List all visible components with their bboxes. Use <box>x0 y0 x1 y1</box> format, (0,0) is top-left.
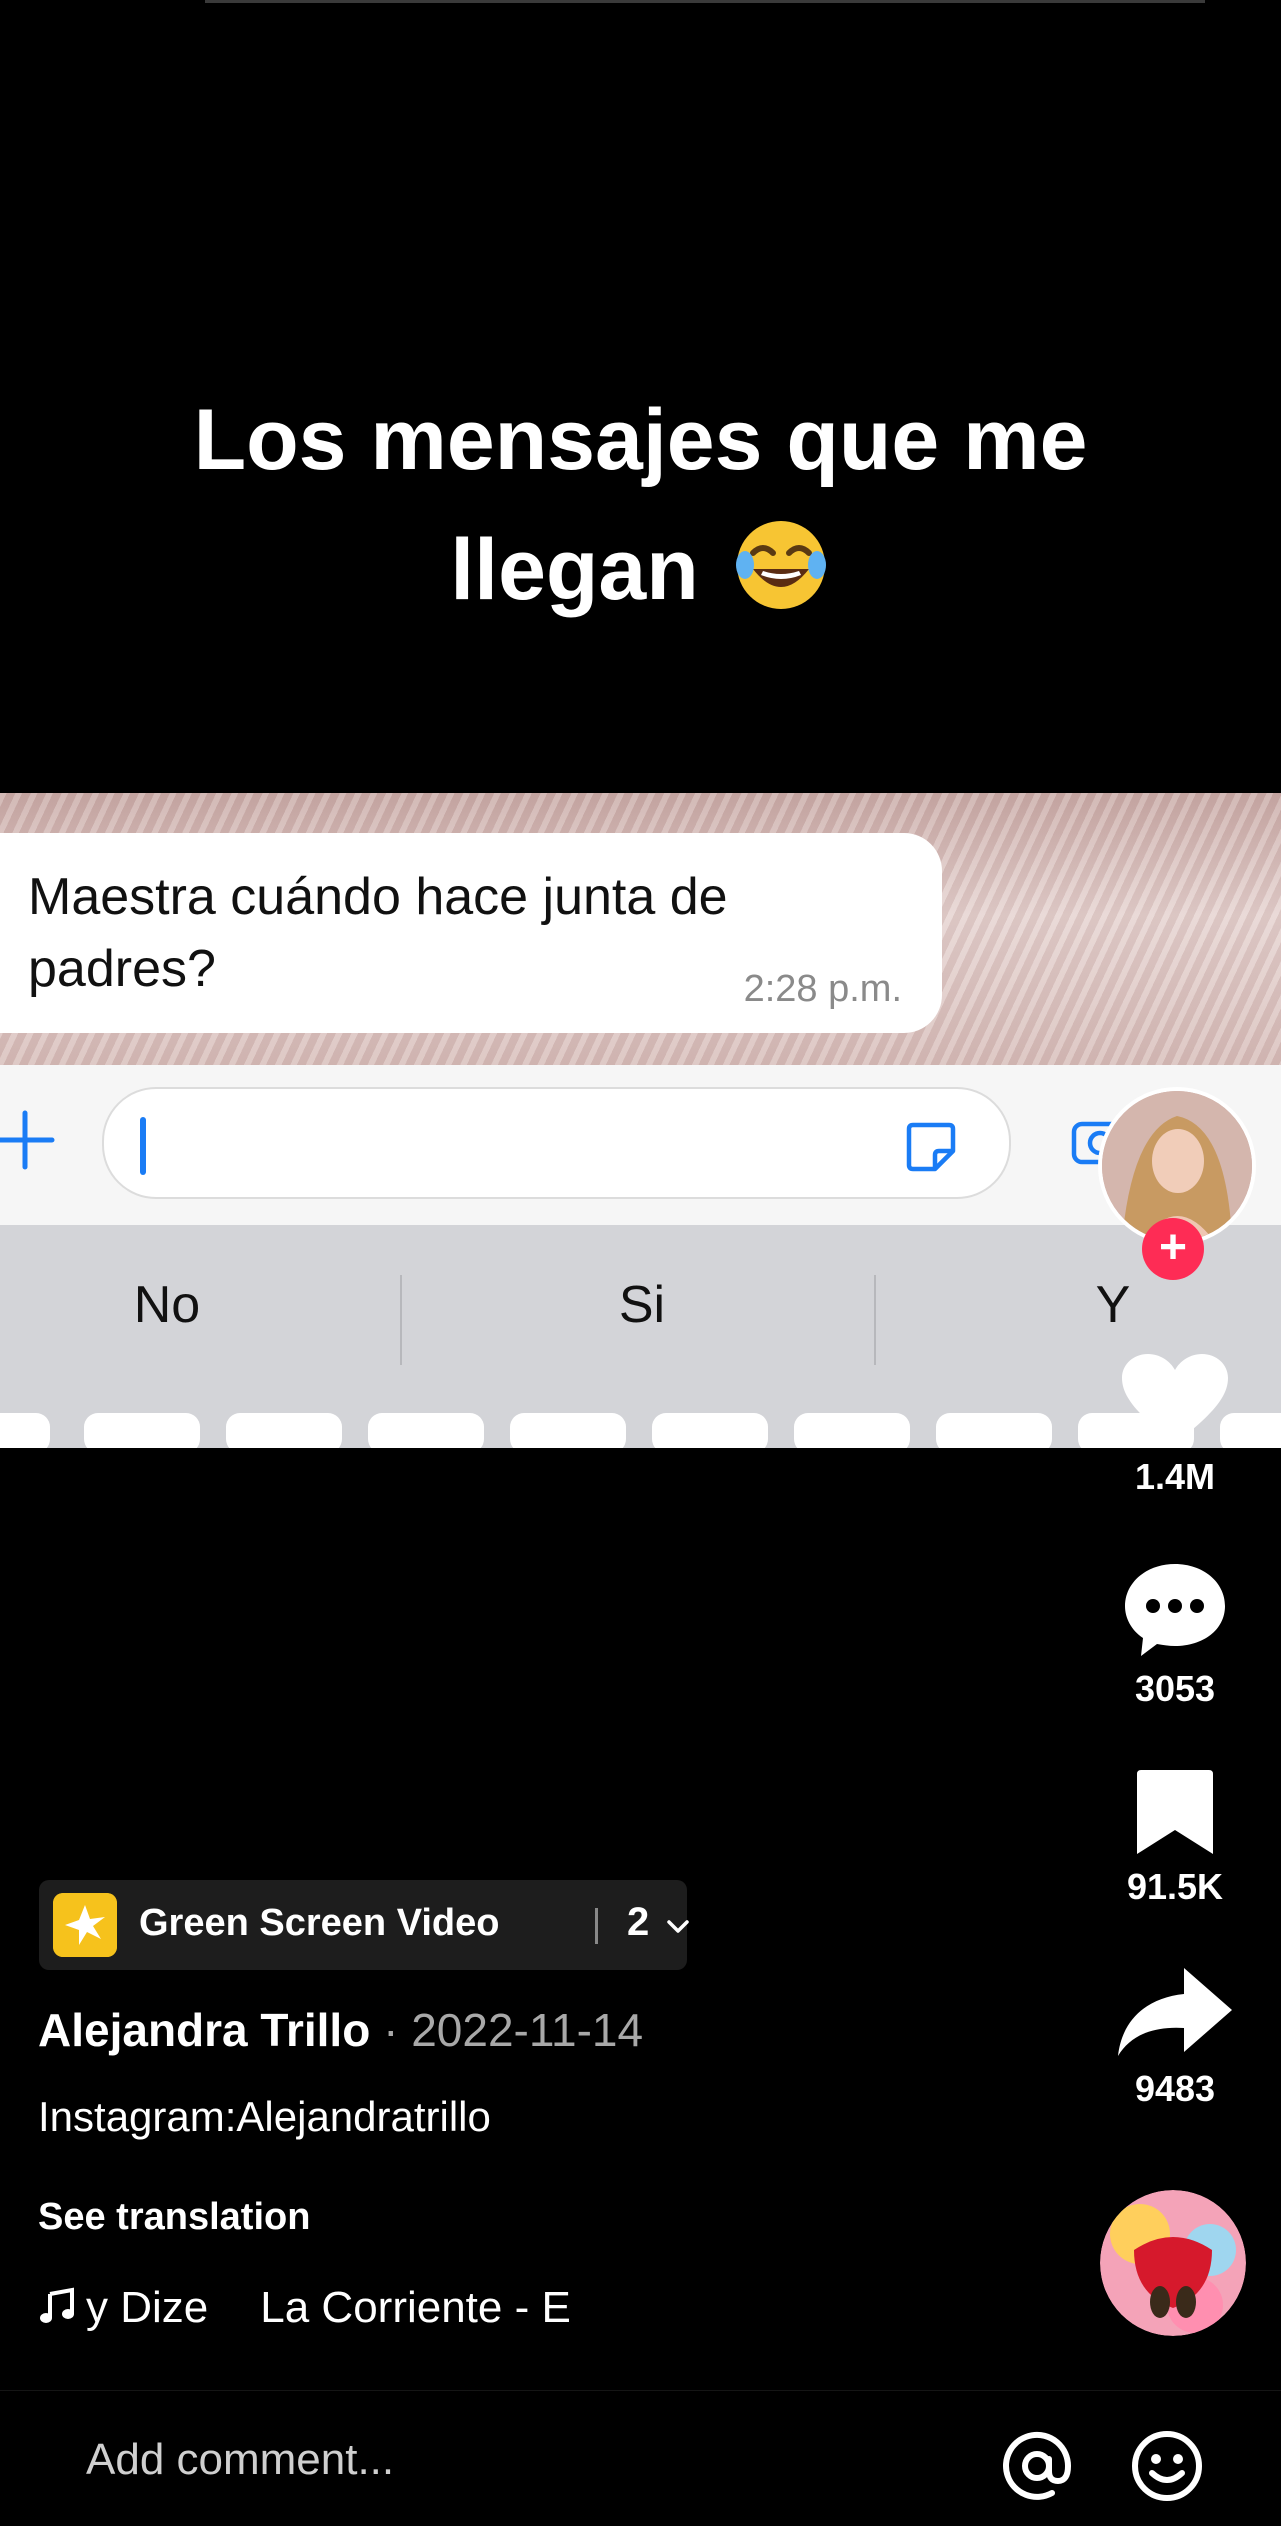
music-disc[interactable] <box>1100 2190 1246 2336</box>
sound-ticker[interactable]: y Dize La Corriente - E <box>38 2283 571 2333</box>
keyboard-key[interactable] <box>226 1413 342 1448</box>
chat-input-bar <box>0 1065 1281 1225</box>
share-count: 9483 <box>1134 2068 1216 2109</box>
suggestion-y[interactable]: Y <box>903 1275 1281 1335</box>
effect-divider <box>595 1908 598 1944</box>
effect-anchor[interactable]: Green Screen Video 2 <box>39 1880 689 1970</box>
message-bubble: Maestra cuándo hace junta de padres? 2:2… <box>0 833 942 1033</box>
keyboard-key[interactable] <box>368 1413 484 1448</box>
comment-icon <box>1125 1564 1225 1656</box>
like-button[interactable]: 1.4M <box>1100 1352 1250 1498</box>
suggestion-no[interactable]: No <box>0 1275 377 1335</box>
video-frame[interactable]: Maestra cuándo hace junta de padres? 2:2… <box>0 793 1281 1448</box>
bookmark-icon <box>1137 1770 1213 1854</box>
keyboard-suggestion-bar: No Si Y <box>0 1225 1281 1448</box>
chevron-down-icon <box>667 1920 689 1933</box>
sticker-icon[interactable] <box>903 1119 959 1175</box>
overlay-line-1: Los mensajes que me <box>193 392 1088 488</box>
suggestion-divider <box>874 1275 876 1365</box>
author-line: Alejandra Trillo · 2022-11-14 <box>38 2003 643 2057</box>
text-cursor <box>140 1117 146 1175</box>
mention-at-icon[interactable] <box>1000 2429 1074 2503</box>
keyboard-key[interactable] <box>84 1413 200 1448</box>
share-button[interactable]: 9483 <box>1100 1964 1250 2110</box>
emoji-smiley-icon[interactable] <box>1130 2429 1204 2503</box>
post-caption: Instagram:Alejandratrillo <box>38 2093 491 2140</box>
face-with-tears-of-joy-icon <box>735 521 826 609</box>
author-name[interactable]: Alejandra Trillo <box>38 2004 370 2056</box>
keyboard-key[interactable] <box>510 1413 626 1448</box>
green-screen-effect-icon <box>53 1893 117 1957</box>
comment-bar: Add comment... <box>0 2390 1281 2526</box>
effect-name: Green Screen Video <box>139 1902 500 1944</box>
album-art-icon <box>1100 2190 1246 2336</box>
favorite-count: 91.5K <box>1126 1866 1224 1907</box>
keyboard-key[interactable] <box>652 1413 768 1448</box>
message-time: 2:28 p.m. <box>743 968 902 1010</box>
keyboard-key[interactable] <box>936 1413 1052 1448</box>
heart-icon <box>1122 1354 1228 1444</box>
comment-input[interactable]: Add comment... <box>86 2435 394 2485</box>
sound-title-part-2: La Corriente - E <box>260 2283 571 2332</box>
keyboard-key[interactable] <box>794 1413 910 1448</box>
music-note-icon <box>40 2287 74 2323</box>
plus-icon[interactable] <box>0 1105 60 1175</box>
sound-title-part-1: y Dize <box>86 2283 209 2332</box>
keyboard-key[interactable] <box>0 1413 50 1448</box>
suggestion-divider <box>400 1275 402 1365</box>
comments-button[interactable]: 3053 <box>1100 1560 1250 1710</box>
effect-count: 2 <box>627 1900 650 1944</box>
share-arrow-icon <box>1118 1968 1232 2056</box>
overlay-line-2: llegan <box>450 522 699 618</box>
favorite-button[interactable]: 91.5K <box>1100 1766 1250 1908</box>
post-date: 2022-11-14 <box>411 2004 644 2056</box>
date-separator: · <box>370 2004 412 2056</box>
status-bar-line <box>205 0 1205 3</box>
suggestion-si[interactable]: Si <box>432 1275 852 1335</box>
comment-count: 3053 <box>1134 1668 1216 1709</box>
follow-button[interactable]: + <box>1142 1218 1204 1280</box>
see-translation-link[interactable]: See translation <box>38 2196 310 2239</box>
video-overlay-text: Los mensajes que me llegan <box>0 375 1281 635</box>
like-count: 1.4M <box>1134 1456 1216 1497</box>
message-input[interactable] <box>102 1087 1011 1199</box>
